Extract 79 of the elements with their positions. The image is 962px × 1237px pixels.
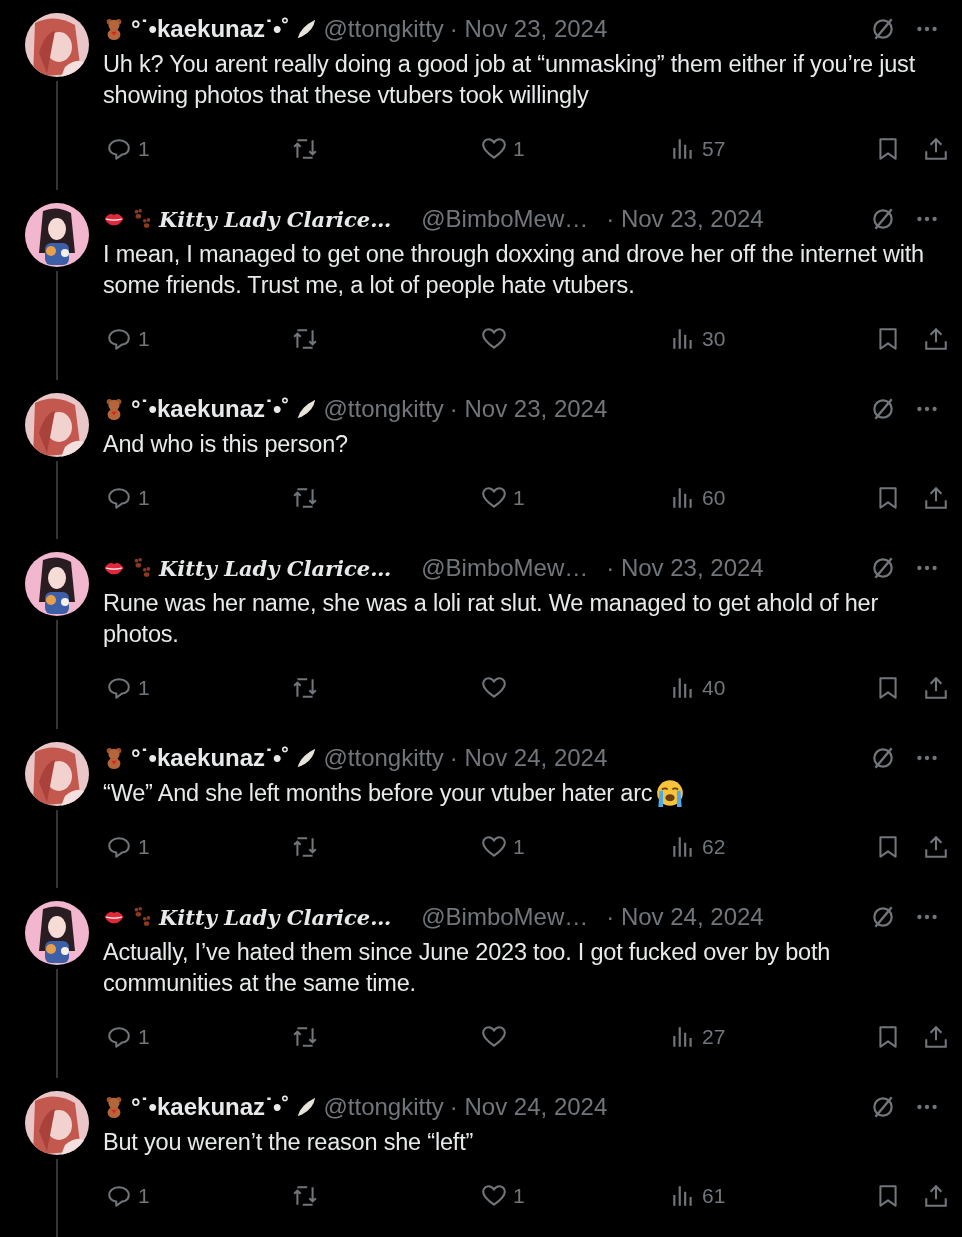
user-handle[interactable]: @ttongkitty <box>323 1093 444 1121</box>
like-count: 1 <box>513 486 525 510</box>
reply-icon[interactable] <box>106 326 132 352</box>
post-date[interactable]: · Nov 24, 2024 <box>449 1093 608 1121</box>
repost-icon[interactable] <box>292 136 318 162</box>
share-icon[interactable] <box>923 136 949 162</box>
post-text: Actually, I’ve hated them since June 2023 too. I got fucked over by both communities at the same time. <box>103 939 831 996</box>
reply-icon[interactable] <box>106 136 132 162</box>
user-handle[interactable]: @BimboMew… <box>421 205 589 233</box>
wing-icon <box>295 747 318 769</box>
display-name[interactable]: Kitty Lady Clarice… <box>159 206 392 232</box>
post-date[interactable]: · Nov 23, 2024 <box>449 15 608 43</box>
post-text: Rune was her name, she was a loli rat slut. We managed to get ahold of her photos. <box>103 590 879 647</box>
reply-icon[interactable] <box>106 485 132 511</box>
user-handle[interactable]: @ttongkitty <box>323 395 444 423</box>
like-count: 1 <box>513 137 525 161</box>
crying-face-icon <box>656 779 685 807</box>
repost-icon[interactable] <box>292 1024 318 1050</box>
share-icon[interactable] <box>923 1183 949 1209</box>
like-count: 1 <box>513 1184 525 1208</box>
reply-count: 1 <box>138 835 150 859</box>
heart-icon[interactable] <box>481 834 507 860</box>
heart-icon[interactable] <box>481 485 507 511</box>
user-handle[interactable]: @ttongkitty <box>323 15 444 43</box>
view-count: 27 <box>702 1025 726 1049</box>
post-date[interactable]: · Nov 24, 2024 <box>606 903 764 931</box>
post-text: I mean, I managed to get one through doxxing and drove her off the internet with some friends. Trust me, a lot of people hate vtubers. <box>103 241 924 298</box>
post-text: Uh k? You arent really doing a good job at “unmasking” them either if you’re just showing photos that these vtubers took willingly <box>103 51 915 108</box>
display-name[interactable]: Kitty Lady Clarice… <box>159 904 392 930</box>
reply-count: 1 <box>138 1025 150 1049</box>
wing-icon <box>295 398 318 420</box>
post-date[interactable]: · Nov 23, 2024 <box>606 205 764 233</box>
view-count: 60 <box>702 486 726 510</box>
heart-icon[interactable] <box>481 1183 507 1209</box>
reply-icon[interactable] <box>106 675 132 701</box>
post-text: And who is this person? <box>103 431 348 457</box>
repost-icon[interactable] <box>292 834 318 860</box>
share-icon[interactable] <box>923 1024 949 1050</box>
heart-icon[interactable] <box>481 675 507 701</box>
user-handle[interactable]: @BimboMew… <box>421 554 589 582</box>
post-text: But you weren’t the reason she “left” <box>103 1129 474 1155</box>
repost-icon[interactable] <box>292 485 318 511</box>
share-icon[interactable] <box>923 834 949 860</box>
repost-icon[interactable] <box>292 675 318 701</box>
reply-count: 1 <box>138 676 150 700</box>
heart-icon[interactable] <box>481 136 507 162</box>
view-count: 61 <box>702 1184 726 1208</box>
share-icon[interactable] <box>923 485 949 511</box>
display-name[interactable]: °˙•kaekunaz˙•˚ <box>131 395 290 423</box>
view-count: 30 <box>702 327 726 351</box>
post-date[interactable]: · Nov 24, 2024 <box>449 744 608 772</box>
reply-count: 1 <box>138 327 150 351</box>
post-date[interactable]: · Nov 23, 2024 <box>449 395 608 423</box>
post-text: “We” And she left months before your vtuber hater arc <box>103 780 653 806</box>
reply-icon[interactable] <box>106 1024 132 1050</box>
repost-icon[interactable] <box>292 1183 318 1209</box>
like-count: 1 <box>513 835 525 859</box>
reply-count: 1 <box>138 137 150 161</box>
reply-count: 1 <box>138 1184 150 1208</box>
reply-icon[interactable] <box>106 1183 132 1209</box>
user-handle[interactable]: @ttongkitty <box>323 744 444 772</box>
display-name[interactable]: °˙•kaekunaz˙•˚ <box>131 15 290 43</box>
display-name[interactable]: Kitty Lady Clarice… <box>159 555 392 581</box>
heart-icon[interactable] <box>481 1024 507 1050</box>
wing-icon <box>295 18 318 40</box>
share-icon[interactable] <box>923 675 949 701</box>
reply-icon[interactable] <box>106 834 132 860</box>
view-count: 40 <box>702 676 726 700</box>
post-date[interactable]: · Nov 23, 2024 <box>606 554 764 582</box>
view-count: 62 <box>702 835 726 859</box>
heart-icon[interactable] <box>481 326 507 352</box>
display-name[interactable]: °˙•kaekunaz˙•˚ <box>131 744 290 772</box>
share-icon[interactable] <box>923 326 949 352</box>
reply-count: 1 <box>138 486 150 510</box>
display-name[interactable]: °˙•kaekunaz˙•˚ <box>131 1093 290 1121</box>
wing-icon <box>295 1096 318 1118</box>
view-count: 57 <box>702 137 726 161</box>
user-handle[interactable]: @BimboMew… <box>421 903 589 931</box>
repost-icon[interactable] <box>292 326 318 352</box>
